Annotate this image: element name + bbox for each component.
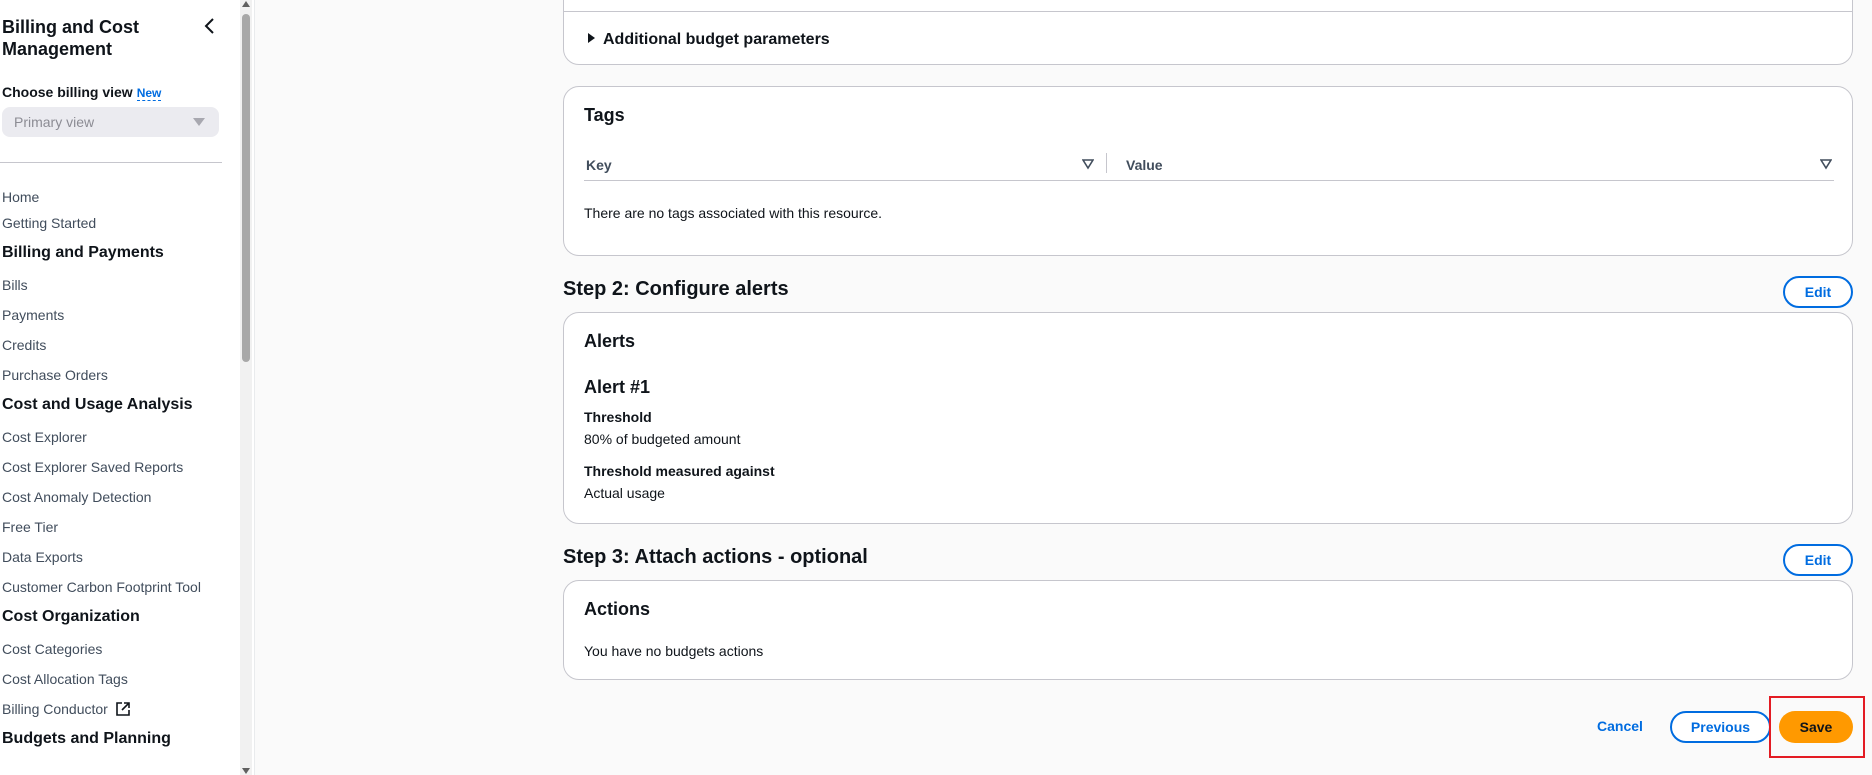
nav-credits[interactable]: Credits	[2, 330, 230, 360]
nav-getting-started[interactable]: Getting Started	[2, 212, 230, 238]
actions-container: Actions You have no budgets actions	[563, 580, 1853, 680]
tags-table-header: Key Value	[584, 149, 1834, 181]
measured-against-value: Actual usage	[584, 485, 665, 501]
nav-carbon-footprint[interactable]: Customer Carbon Footprint Tool	[2, 572, 230, 602]
alerts-title: Alerts	[584, 331, 636, 351]
column-separator	[1106, 153, 1107, 173]
tags-title: Tags	[584, 105, 625, 125]
section-budgets-planning: Budgets and Planning	[2, 730, 171, 747]
nav-cost-allocation-tags[interactable]: Cost Allocation Tags	[2, 664, 230, 694]
step2-edit-button[interactable]: Edit	[1783, 276, 1853, 308]
nav-bills[interactable]: Bills	[2, 270, 230, 300]
sidebar-scrollbar[interactable]	[240, 0, 252, 775]
section-cost-organization: Cost Organization	[2, 608, 140, 625]
alerts-container: Alerts Alert #1 Threshold 80% of budgete…	[563, 312, 1853, 524]
sort-value-icon[interactable]	[1820, 158, 1832, 170]
nav-purchase-orders[interactable]: Purchase Orders	[2, 360, 230, 390]
additional-params-expander[interactable]: Additional budget parameters	[588, 31, 830, 49]
external-link-icon	[115, 702, 130, 716]
threshold-label: Threshold	[584, 409, 652, 425]
billing-view-selected-value: Primary view	[14, 114, 95, 130]
section-cost-usage-analysis: Cost and Usage Analysis	[2, 396, 193, 413]
main-content: Additional budget parameters Tags Key Va…	[255, 0, 1872, 775]
tags-container: Tags Key Value There are no tags associa…	[563, 86, 1853, 256]
collapse-sidebar-icon[interactable]	[200, 16, 220, 36]
caret-down-icon	[193, 118, 205, 126]
nav-cost-anomaly-detection[interactable]: Cost Anomaly Detection	[2, 482, 230, 512]
additional-params-container: Additional budget parameters	[563, 0, 1853, 65]
sidebar: Billing and Cost Management Choose billi…	[0, 0, 240, 775]
actions-empty-message: You have no budgets actions	[584, 643, 764, 659]
actions-title: Actions	[584, 599, 651, 619]
section-billing-payments: Billing and Payments	[2, 244, 164, 261]
step3-edit-button[interactable]: Edit	[1783, 544, 1853, 576]
tags-empty-message: There are no tags associated with this r…	[584, 205, 883, 221]
billing-view-select[interactable]: Primary view	[2, 107, 219, 137]
sidebar-title: Billing and Cost Management	[2, 17, 139, 59]
nav-data-exports[interactable]: Data Exports	[2, 542, 230, 572]
new-badge[interactable]: New	[136, 86, 162, 101]
sidebar-divider	[0, 162, 222, 163]
step3-title: Step 3: Attach actions - optional	[563, 546, 868, 568]
scroll-up-icon[interactable]	[242, 1, 250, 7]
threshold-value: 80% of budgeted amount	[584, 431, 741, 447]
sort-key-icon[interactable]	[1082, 158, 1094, 170]
cancel-button[interactable]: Cancel	[1597, 718, 1643, 734]
caret-right-icon	[588, 33, 595, 43]
scrollbar-thumb[interactable]	[242, 14, 250, 362]
additional-params-label: Additional budget parameters	[603, 31, 830, 48]
nav-billing-conductor[interactable]: Billing Conductor	[2, 694, 230, 724]
billing-view-label-text: Choose billing view	[2, 84, 133, 100]
alert-1-title: Alert #1	[584, 377, 651, 397]
previous-button[interactable]: Previous	[1670, 711, 1771, 743]
nav-cost-categories[interactable]: Cost Categories	[2, 634, 230, 664]
step2-title: Step 2: Configure alerts	[563, 278, 789, 300]
save-highlight-box	[1769, 696, 1865, 758]
nav-home[interactable]: Home	[2, 186, 230, 212]
column-value[interactable]: Value	[1126, 157, 1163, 173]
scroll-down-icon[interactable]	[242, 768, 250, 774]
nav-cost-explorer-saved-reports[interactable]: Cost Explorer Saved Reports	[2, 452, 230, 482]
nav-billing-conductor-label: Billing Conductor	[2, 701, 108, 717]
sidebar-nav: Home Getting Started Billing and Payment…	[2, 186, 230, 756]
nav-payments[interactable]: Payments	[2, 300, 230, 330]
nav-free-tier[interactable]: Free Tier	[2, 512, 230, 542]
app-root: Billing and Cost Management Choose billi…	[0, 0, 1872, 775]
expander-divider	[564, 11, 1852, 12]
column-key[interactable]: Key	[586, 157, 612, 173]
billing-view-label: Choose billing view New	[2, 84, 162, 101]
measured-against-label: Threshold measured against	[584, 463, 775, 479]
nav-cost-explorer[interactable]: Cost Explorer	[2, 422, 230, 452]
